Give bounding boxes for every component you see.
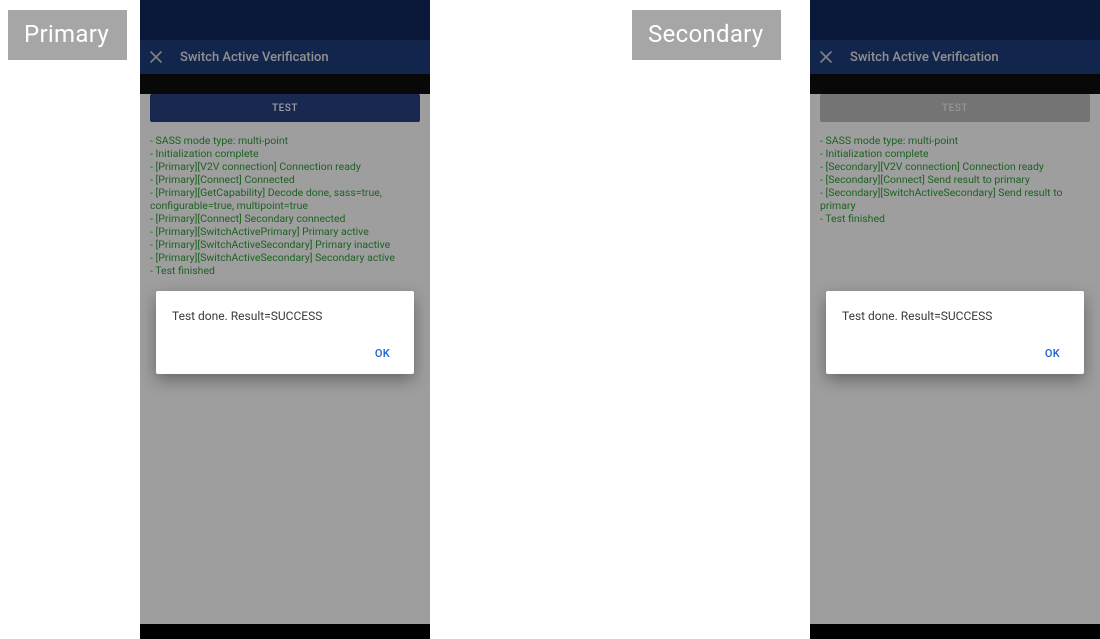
- badge-primary: Primary: [8, 10, 127, 60]
- dialog-message: Test done. Result=SUCCESS: [842, 309, 1068, 323]
- dialog-message: Test done. Result=SUCCESS: [172, 309, 398, 323]
- badge-secondary: Secondary: [632, 10, 781, 60]
- result-dialog: Test done. Result=SUCCESS OK: [826, 291, 1084, 374]
- phone-primary: Switch Active Verification TEST - SASS m…: [140, 0, 430, 639]
- dialog-ok-button[interactable]: OK: [367, 341, 398, 366]
- phone-secondary: Switch Active Verification TEST - SASS m…: [810, 0, 1100, 639]
- result-dialog: Test done. Result=SUCCESS OK: [156, 291, 414, 374]
- dialog-ok-button[interactable]: OK: [1037, 341, 1068, 366]
